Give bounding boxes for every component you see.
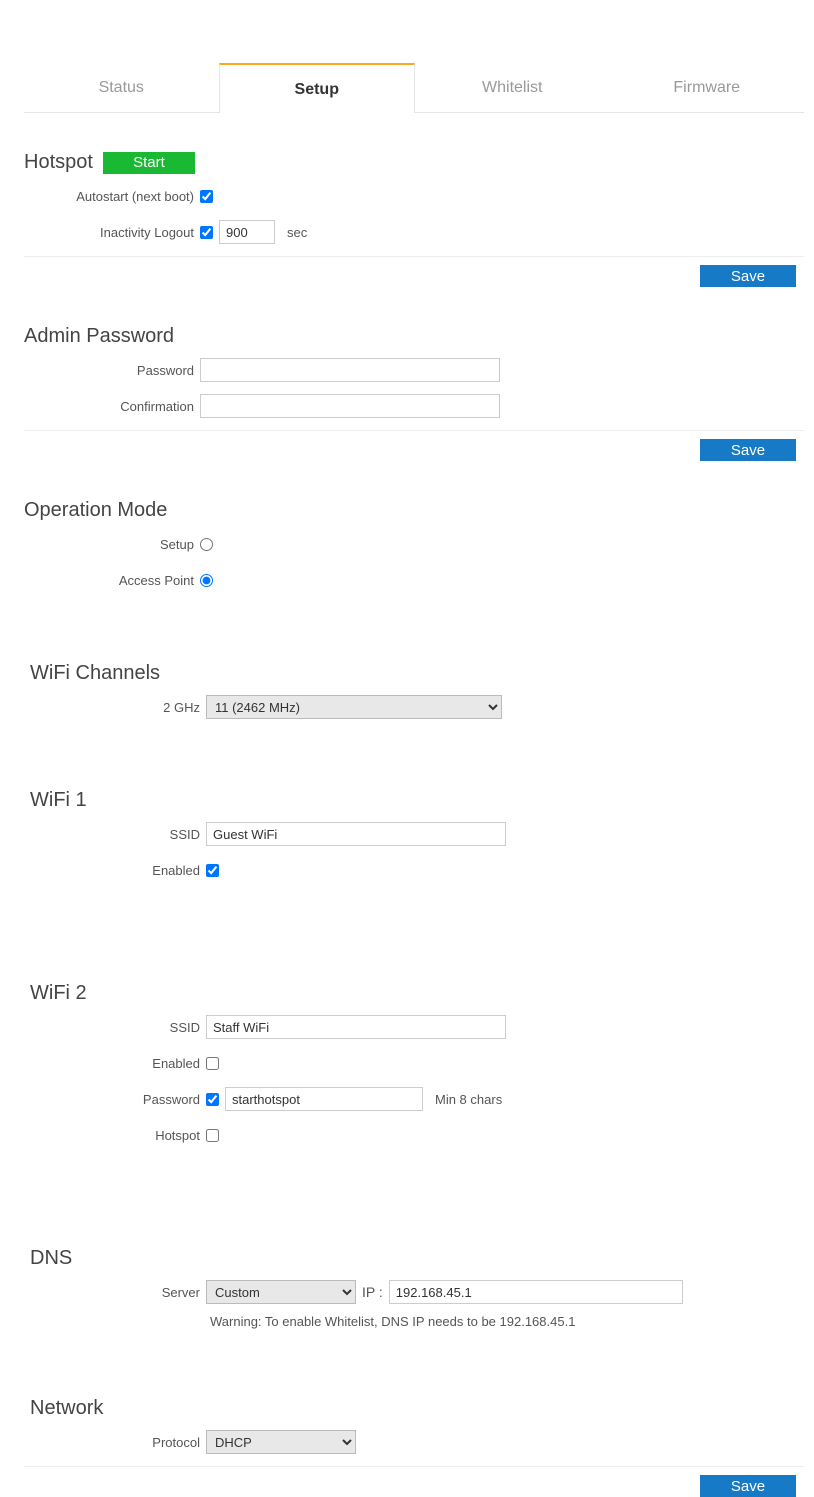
confirmation-label: Confirmation [24, 399, 200, 414]
wifi2-password-checkbox[interactable] [206, 1093, 219, 1106]
dns-server-label: Server [24, 1285, 206, 1300]
inactivity-label: Inactivity Logout [24, 225, 200, 240]
wifi1-title: WiFi 1 [24, 789, 804, 812]
dns-ip-input[interactable] [389, 1280, 683, 1304]
inactivity-checkbox[interactable] [200, 226, 213, 239]
opmode-setup-label: Setup [24, 537, 200, 552]
opmode-title: Operation Mode [24, 499, 804, 522]
save-button-hotspot[interactable]: Save [700, 265, 796, 287]
dns-server-select[interactable]: Custom [206, 1280, 356, 1304]
dns-warning: Warning: To enable Whitelist, DNS IP nee… [210, 1314, 804, 1329]
dns-title: DNS [24, 1247, 804, 1270]
tab-whitelist[interactable]: Whitelist [415, 62, 610, 112]
wifi2-enabled-label: Enabled [24, 1056, 206, 1071]
autostart-label: Autostart (next boot) [24, 189, 200, 204]
save-button-admin[interactable]: Save [700, 439, 796, 461]
wifi1-ssid-input[interactable] [206, 822, 506, 846]
inactivity-input[interactable] [219, 220, 275, 244]
wifi1-enabled-checkbox[interactable] [206, 864, 219, 877]
wifi2-ssid-input[interactable] [206, 1015, 506, 1039]
protocol-label: Protocol [24, 1435, 206, 1450]
wifi1-ssid-label: SSID [24, 827, 206, 842]
save-button-network[interactable]: Save [700, 1475, 796, 1497]
autostart-checkbox[interactable] [200, 190, 213, 203]
wifi2-hotspot-label: Hotspot [24, 1128, 206, 1143]
admin-title: Admin Password [24, 325, 804, 348]
ghz2-label: 2 GHz [24, 700, 206, 715]
network-title: Network [24, 1397, 804, 1420]
password-input[interactable] [200, 358, 500, 382]
opmode-setup-radio[interactable] [200, 538, 213, 551]
protocol-select[interactable]: DHCP [206, 1430, 356, 1454]
hotspot-title-row: Hotspot Start [24, 151, 804, 174]
ghz2-select[interactable]: 11 (2462 MHz) [206, 695, 502, 719]
wifi2-hotspot-checkbox[interactable] [206, 1129, 219, 1142]
wifi2-enabled-checkbox[interactable] [206, 1057, 219, 1070]
tabs: Status Setup Whitelist Firmware [24, 62, 804, 113]
tab-firmware[interactable]: Firmware [610, 62, 805, 112]
wifi2-password-input[interactable] [225, 1087, 423, 1111]
wifi2-ssid-label: SSID [24, 1020, 206, 1035]
opmode-ap-radio[interactable] [200, 574, 213, 587]
wifi2-password-hint: Min 8 chars [435, 1092, 502, 1107]
wifi2-password-label: Password [24, 1092, 206, 1107]
dns-ip-label: IP : [362, 1284, 383, 1300]
wifi2-title: WiFi 2 [24, 982, 804, 1005]
start-button[interactable]: Start [103, 152, 195, 174]
password-label: Password [24, 363, 200, 378]
tab-status[interactable]: Status [24, 62, 219, 112]
hotspot-title: Hotspot [24, 151, 93, 174]
inactivity-unit: sec [287, 225, 307, 240]
wifi-channels-title: WiFi Channels [24, 662, 804, 685]
tab-setup[interactable]: Setup [219, 63, 416, 113]
confirmation-input[interactable] [200, 394, 500, 418]
opmode-ap-label: Access Point [24, 573, 200, 588]
wifi1-enabled-label: Enabled [24, 863, 206, 878]
